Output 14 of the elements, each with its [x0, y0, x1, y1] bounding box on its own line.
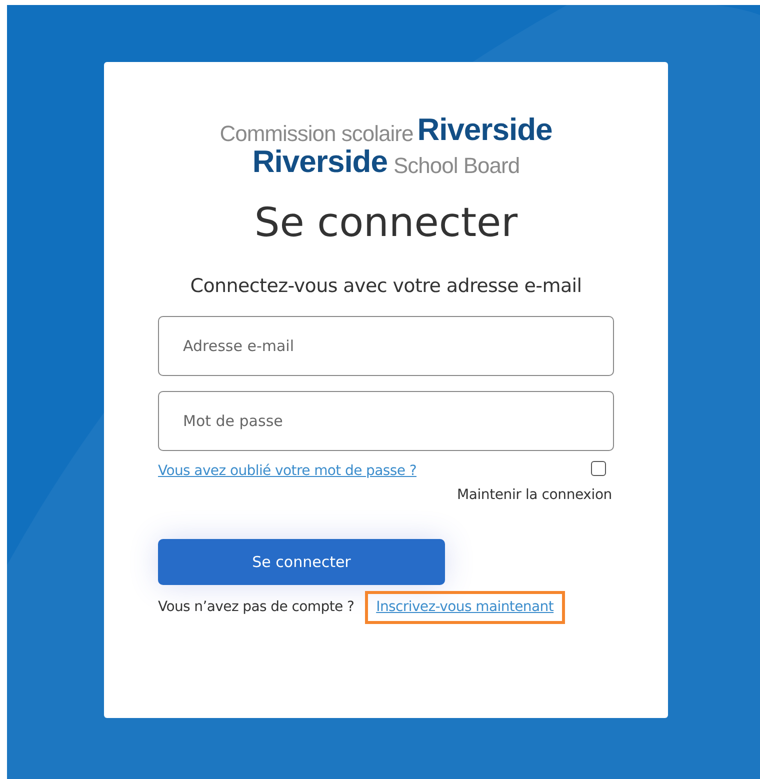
input-field[interactable]: Mot de passe	[158, 391, 614, 451]
logo-text: Riverside	[252, 146, 388, 177]
page-title: Se connecter	[254, 203, 518, 243]
no-account-text: Vous n’avez pas de compte ?	[158, 598, 354, 617]
sign-in-button[interactable]: Se connecter	[158, 539, 445, 585]
sign-up-link[interactable]: Inscrivez-vous maintenant	[365, 591, 565, 624]
input-field[interactable]: Adresse e-mail	[158, 316, 614, 376]
remember-label: Maintenir la connexion	[456, 486, 612, 505]
logo-text: Commission scolaire	[220, 123, 414, 145]
logo-text: Riverside	[417, 114, 552, 145]
forgot-password-link[interactable]: Vous avez oublié votre mot de passe ?	[158, 461, 417, 482]
logo-text: School Board	[393, 155, 520, 177]
subtitle: Connectez-vous avec votre adresse e-mail	[190, 277, 582, 296]
remember-checkbox[interactable]	[591, 461, 606, 476]
